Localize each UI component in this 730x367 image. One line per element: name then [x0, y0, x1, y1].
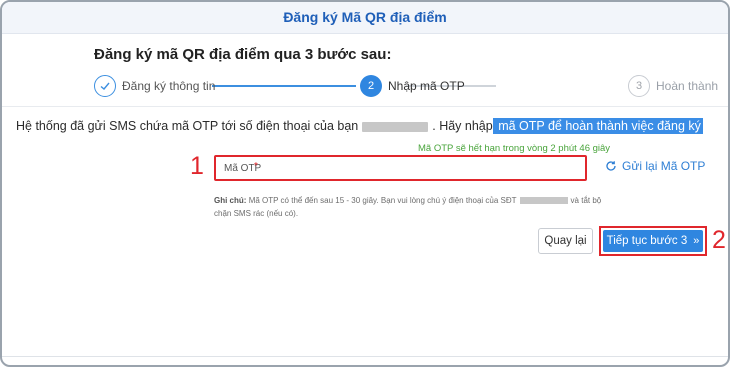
next-button-highlight: Tiếp tục bước 3 »	[599, 226, 707, 256]
page-frame: Đăng ký Mã QR địa điểm Đăng ký mã QR địa…	[0, 0, 730, 367]
stepper: Đăng ký thông tin 2 Nhập mã OTP 3 Hoàn t…	[94, 74, 718, 100]
step-connector-1	[212, 85, 356, 87]
back-button[interactable]: Quay lại	[538, 228, 593, 254]
resend-otp-link[interactable]: Gửi lại Mã OTP	[605, 159, 705, 173]
step-1: Đăng ký thông tin	[94, 74, 215, 98]
step-1-label: Đăng ký thông tin	[122, 79, 216, 93]
callout-1: 1	[190, 152, 204, 180]
note-label: Ghi chú:	[214, 196, 247, 205]
header-bar: Đăng ký Mã QR địa điểm	[2, 2, 728, 34]
sms-message-middle: . Hãy nhập	[432, 119, 493, 133]
step-3-number: 3	[628, 75, 650, 97]
section-title: Đăng ký mã QR địa điểm qua 3 bước sau:	[94, 46, 392, 63]
step-2-number: 2	[360, 75, 382, 97]
divider	[2, 106, 728, 107]
required-mark: *	[254, 161, 258, 172]
step-2: 2 Nhập mã OTP	[360, 74, 465, 98]
page-title: Đăng ký Mã QR địa điểm	[283, 9, 447, 25]
otp-expiry-note: Mã OTP sẽ hết hạn trong vòng 2 phút 46 g…	[418, 143, 611, 154]
note-text-before: Mã OTP có thể đến sau 15 - 30 giây. Bạn …	[248, 196, 517, 205]
step-2-label: Nhập mã OTP	[388, 79, 465, 93]
next-step-label: Tiếp tục bước 3	[606, 235, 688, 247]
sms-message-highlight: mã OTP để hoàn thành việc đăng ký	[492, 118, 703, 134]
otp-note: Ghi chú: Mã OTP có thể đến sau 15 - 30 g…	[214, 194, 606, 220]
masked-phone-number	[362, 121, 429, 132]
step-3-label: Hoàn thành	[656, 79, 719, 93]
resend-otp-label: Gửi lại Mã OTP	[622, 159, 706, 173]
masked-phone-number-note	[519, 197, 568, 205]
check-icon	[94, 75, 116, 97]
next-step-button[interactable]: Tiếp tục bước 3 »	[603, 230, 703, 252]
otp-input[interactable]	[214, 155, 587, 181]
sms-message: Hệ thống đã gửi SMS chứa mã OTP tới số đ…	[16, 118, 703, 134]
footer-divider	[2, 356, 728, 357]
refresh-icon	[606, 161, 616, 171]
double-chevron-right-icon: »	[693, 235, 700, 247]
sms-message-prefix: Hệ thống đã gửi SMS chứa mã OTP tới số đ…	[16, 119, 359, 133]
callout-2: 2	[712, 226, 726, 254]
step-3: 3 Hoàn thành	[628, 74, 718, 98]
